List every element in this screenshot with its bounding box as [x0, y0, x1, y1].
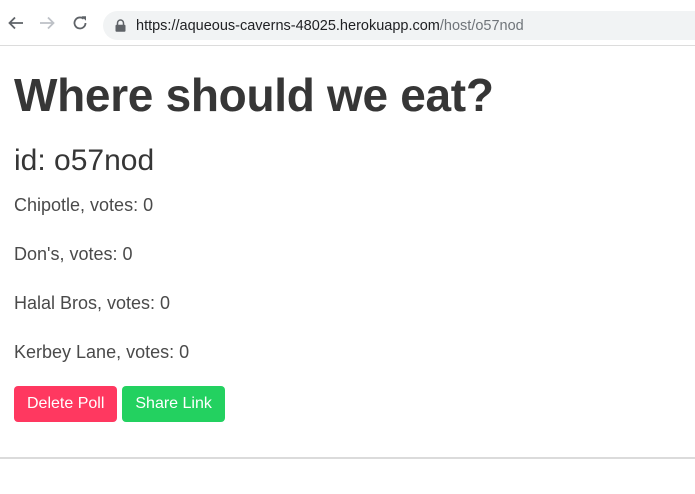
poll-content: Where should we eat? id: o57nod Chipotle…	[14, 70, 494, 422]
reload-icon	[73, 16, 87, 30]
poll-actions: Delete Poll Share Link	[14, 386, 494, 422]
forward-button[interactable]	[37, 13, 57, 33]
lock-icon	[115, 19, 127, 33]
divider	[0, 457, 695, 459]
url-host: https://aqueous-caverns-48025.herokuapp.…	[136, 17, 440, 34]
option-item: Halal Bros, votes: 0	[14, 293, 171, 313]
option-item: Chipotle, votes: 0	[14, 195, 154, 215]
url-path: /host/o57nod	[439, 17, 524, 34]
page-title: Where should we eat?	[14, 69, 494, 121]
share-link-button[interactable]: Share Link	[122, 386, 225, 422]
option-item: Kerbey Lane, votes: 0	[14, 342, 190, 362]
poll-id: id: o57nod	[14, 144, 155, 177]
option-item: Don's, votes: 0	[14, 244, 133, 264]
reload-button[interactable]	[70, 13, 90, 33]
delete-poll-button[interactable]: Delete Poll	[14, 386, 118, 422]
options-list: Chipotle, votes: 0 Don's, votes: 0 Halal…	[14, 194, 494, 390]
back-button[interactable]	[6, 13, 26, 33]
browser-toolbar: https://aqueous-caverns-48025.herokuapp.…	[0, 0, 695, 46]
forward-arrow-icon	[40, 16, 55, 30]
address-bar[interactable]: https://aqueous-caverns-48025.herokuapp.…	[103, 11, 695, 40]
back-arrow-icon	[8, 16, 23, 30]
